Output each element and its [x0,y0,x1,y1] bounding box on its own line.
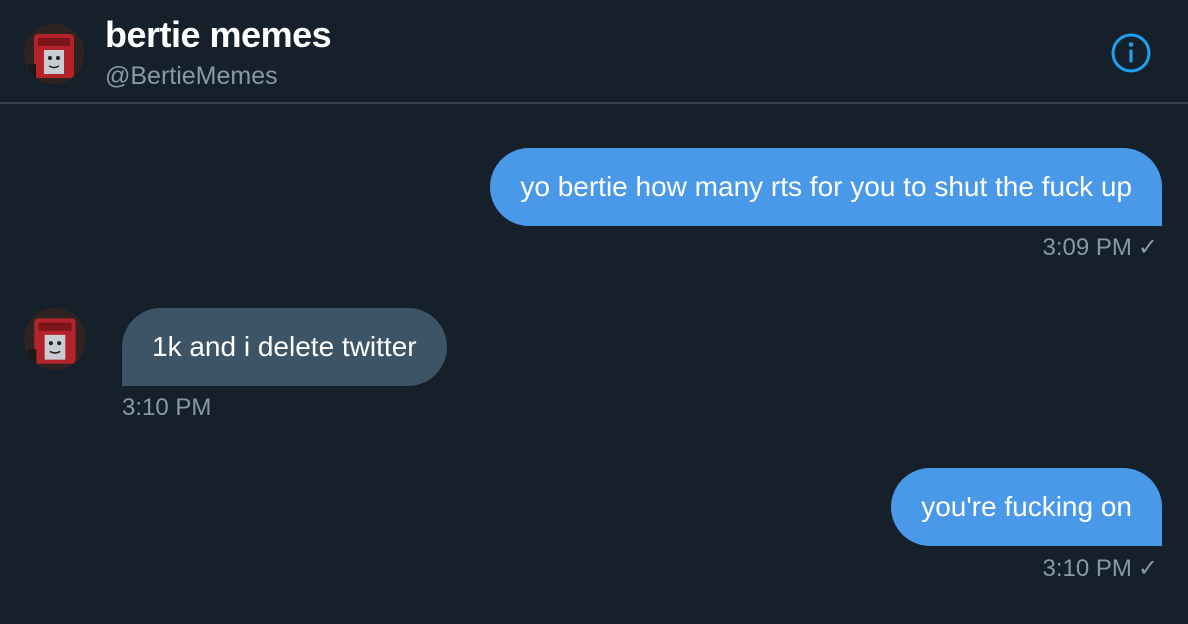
received-message-bubble[interactable]: 1k and i delete twitter [122,308,447,386]
contact-handle: @BertieMemes [105,62,278,90]
sent-check-icon: ✓ [1137,234,1158,261]
info-icon[interactable] [1110,32,1152,74]
sender-avatar[interactable] [24,308,86,370]
sent-message-bubble[interactable]: yo bertie how many rts for you to shut t… [490,148,1162,226]
conversation-header: bertie memes @BertieMemes [0,0,1188,104]
message-meta: 3:10 PM ✓ [1043,554,1159,583]
sent-check-icon: ✓ [1137,555,1158,582]
message-timestamp: 3:10 PM [1042,555,1132,582]
contact-name: bertie memes [105,14,332,55]
message-meta: 3:09 PM ✓ [1043,233,1159,262]
message-timestamp: 3:10 PM [122,394,212,421]
sent-message-bubble[interactable]: you're fucking on [891,468,1162,546]
avatar[interactable] [24,24,84,84]
dm-conversation: bertie memes @BertieMemes yo bertie how … [0,0,1188,624]
message-timestamp: 3:09 PM [1042,234,1132,261]
